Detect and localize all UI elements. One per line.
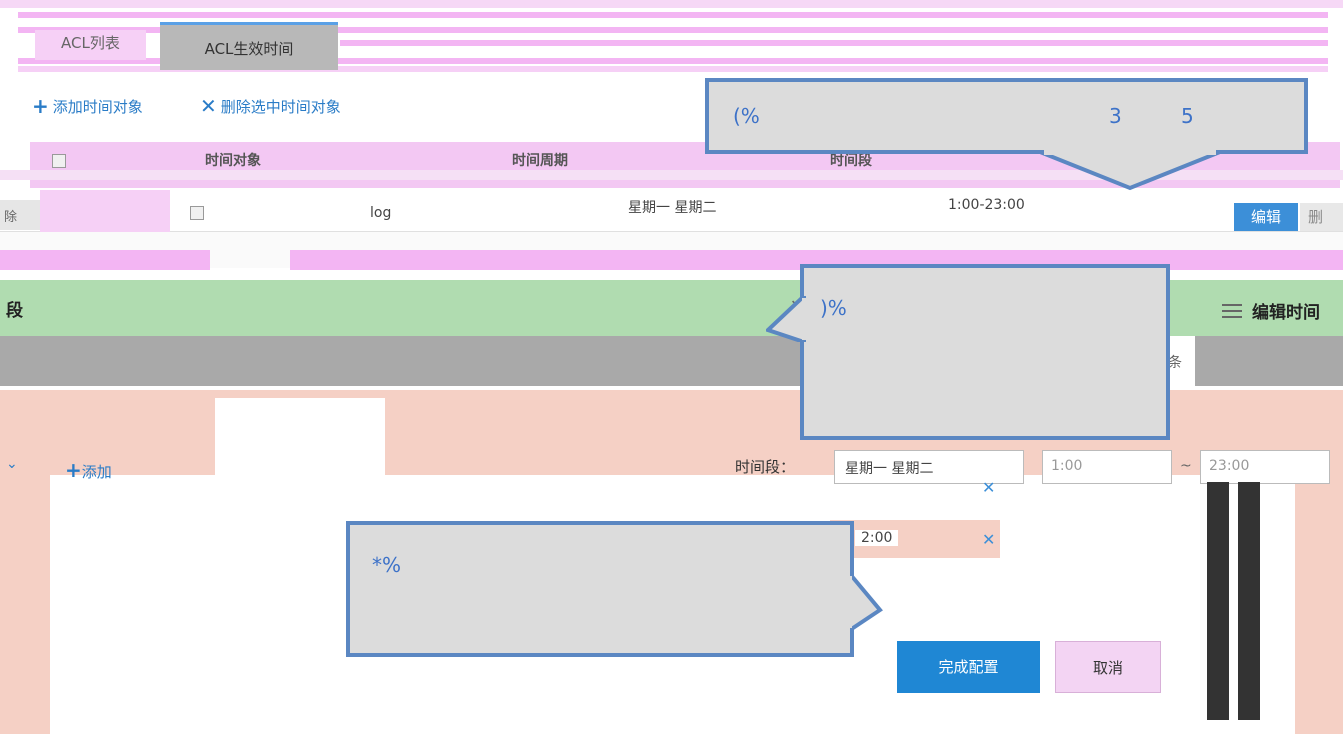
row-range: 1:00-23:00 <box>948 197 1025 213</box>
weekday-select[interactable]: 星期一 星期二 <box>834 450 1024 484</box>
top-band <box>0 0 1343 8</box>
add-time-object-label: 添加时间对象 <box>52 97 143 116</box>
callout-box: *% <box>346 521 854 657</box>
add-label: 添加 <box>81 463 112 481</box>
callout-tail <box>850 572 883 632</box>
tab-bar-stripe <box>340 40 1328 46</box>
delete-selected-label: 删除选中时间对象 <box>220 97 341 116</box>
range-separator: ~ <box>1180 458 1192 474</box>
callout-tail <box>1040 150 1220 191</box>
callout-text: 3 <box>1109 104 1122 128</box>
row-highlight <box>0 250 210 270</box>
callout-tail <box>766 296 806 342</box>
close-icon: ✕ <box>200 94 217 118</box>
edit-button[interactable]: 编辑 <box>1234 203 1298 231</box>
start-time-input[interactable]: 1:00 <box>1042 450 1172 484</box>
dialog-body <box>1295 470 1343 734</box>
cancel-button[interactable]: 取消 <box>1055 641 1161 693</box>
chevron-icon[interactable]: ⌄ <box>6 456 18 472</box>
row-delete-fragment[interactable]: 除 <box>0 200 40 230</box>
dialog-panel <box>215 398 385 478</box>
delete-row-button[interactable]: 删 <box>1300 203 1343 231</box>
row-checkbox[interactable] <box>190 206 204 220</box>
time-range-label: 时间段： <box>735 458 796 476</box>
tab-acl-list[interactable]: ACL列表 <box>35 30 146 60</box>
add-button[interactable]: +添加 <box>65 458 112 482</box>
callout-text: )% <box>820 296 847 320</box>
dialog-body <box>0 475 50 734</box>
callout-text: 5 <box>1181 104 1194 128</box>
callout-text: (% <box>733 104 760 128</box>
edit-time-title: 编辑时间 <box>1252 303 1320 323</box>
callout-text: *% <box>372 553 402 577</box>
edit-time-header: 编辑时间 <box>1222 298 1320 323</box>
row-time-value: 2:00 <box>855 530 899 546</box>
callout-box: (% 3 5 <box>705 78 1308 154</box>
strip-label: 条 <box>1168 355 1182 371</box>
dialog-title: 段 <box>6 301 23 321</box>
row-name: log <box>370 205 392 221</box>
dialog-strip <box>1195 336 1343 386</box>
finish-config-button[interactable]: 完成配置 <box>897 641 1040 693</box>
row-period: 星期一 星期二 <box>628 200 717 216</box>
plus-icon: + <box>32 94 49 118</box>
column-header-time-object: 时间对象 <box>205 153 261 169</box>
end-time-input[interactable]: 23:00 <box>1200 450 1330 484</box>
delete-selected-button[interactable]: ✕ 删除选中时间对象 <box>200 94 341 118</box>
menu-icon <box>1222 303 1242 318</box>
remove-icon[interactable]: ✕ <box>982 530 995 549</box>
select-all-checkbox[interactable] <box>52 154 66 168</box>
add-time-object-button[interactable]: + 添加时间对象 <box>32 94 143 118</box>
tab-acl-time[interactable]: ACL生效时间 <box>160 22 338 70</box>
column-header-period: 时间周期 <box>512 153 568 169</box>
remove-icon[interactable]: ✕ <box>982 478 995 497</box>
scrollbar[interactable] <box>1207 482 1229 720</box>
plus-icon: + <box>65 458 82 482</box>
callout-box: )% <box>800 264 1170 440</box>
scrollbar[interactable] <box>1238 482 1260 720</box>
